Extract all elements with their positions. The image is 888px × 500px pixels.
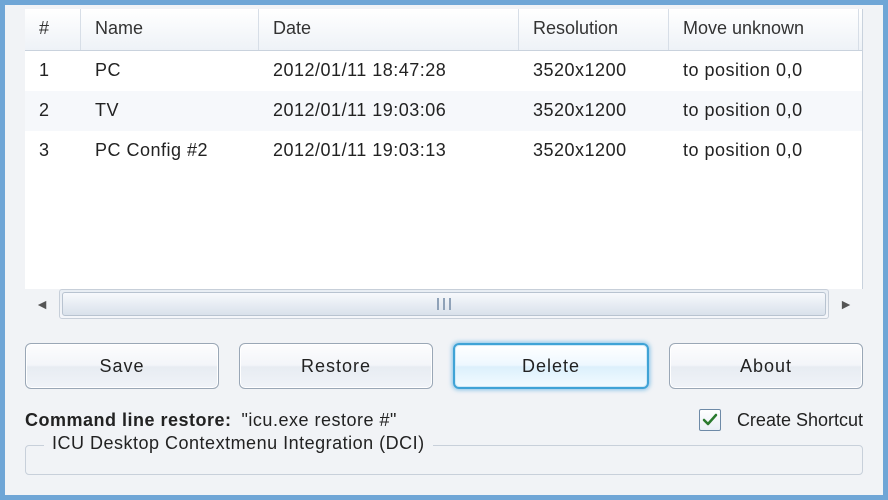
column-header-name[interactable]: Name bbox=[81, 9, 259, 50]
column-header-resolution[interactable]: Resolution bbox=[519, 9, 669, 50]
listview-body: 1 PC 2012/01/11 18:47:28 3520x1200 to po… bbox=[25, 51, 862, 289]
cell-resolution: 3520x1200 bbox=[519, 51, 669, 91]
cell-resolution: 3520x1200 bbox=[519, 91, 669, 131]
cell-index: 1 bbox=[25, 51, 81, 91]
column-header-move[interactable]: Move unknown bbox=[669, 9, 859, 50]
delete-button[interactable]: Delete bbox=[453, 343, 649, 389]
cell-index: 2 bbox=[25, 91, 81, 131]
cell-name: PC Config #2 bbox=[81, 131, 259, 171]
command-line-value: "icu.exe restore #" bbox=[242, 410, 397, 431]
restore-button[interactable]: Restore bbox=[239, 343, 433, 389]
configs-listview[interactable]: # Name Date Resolution Move unknown 1 PC… bbox=[25, 9, 863, 289]
scrollbar-grip-icon bbox=[430, 298, 458, 310]
listview-header: # Name Date Resolution Move unknown bbox=[25, 9, 862, 51]
create-shortcut-checkbox[interactable] bbox=[699, 409, 721, 431]
about-button[interactable]: About bbox=[669, 343, 863, 389]
cell-date: 2012/01/11 18:47:28 bbox=[259, 51, 519, 91]
button-row: Save Restore Delete About bbox=[25, 343, 863, 389]
cell-resolution: 3520x1200 bbox=[519, 131, 669, 171]
table-row[interactable]: 1 PC 2012/01/11 18:47:28 3520x1200 to po… bbox=[25, 51, 862, 91]
cell-name: PC bbox=[81, 51, 259, 91]
checkmark-icon bbox=[702, 412, 718, 428]
horizontal-scrollbar[interactable]: ◄ ► bbox=[25, 289, 863, 319]
column-header-index[interactable]: # bbox=[25, 9, 81, 50]
cell-move: to position 0,0 bbox=[669, 91, 859, 131]
scroll-left-arrow-icon[interactable]: ◄ bbox=[25, 289, 59, 319]
column-header-date[interactable]: Date bbox=[259, 9, 519, 50]
cell-index: 3 bbox=[25, 131, 81, 171]
cell-date: 2012/01/11 19:03:13 bbox=[259, 131, 519, 171]
window-client-area: # Name Date Resolution Move unknown 1 PC… bbox=[0, 0, 888, 500]
scrollbar-track[interactable] bbox=[59, 289, 829, 319]
dci-groupbox-title: ICU Desktop Contextmenu Integration (DCI… bbox=[44, 433, 433, 454]
cell-name: TV bbox=[81, 91, 259, 131]
save-button[interactable]: Save bbox=[25, 343, 219, 389]
create-shortcut-label: Create Shortcut bbox=[737, 410, 863, 431]
cell-move: to position 0,0 bbox=[669, 51, 859, 91]
cell-move: to position 0,0 bbox=[669, 131, 859, 171]
scrollbar-thumb[interactable] bbox=[62, 292, 826, 316]
dci-groupbox: ICU Desktop Contextmenu Integration (DCI… bbox=[25, 445, 863, 475]
table-row[interactable]: 3 PC Config #2 2012/01/11 19:03:13 3520x… bbox=[25, 131, 862, 171]
cell-date: 2012/01/11 19:03:06 bbox=[259, 91, 519, 131]
command-line-row: Command line restore: "icu.exe restore #… bbox=[25, 409, 863, 431]
scroll-right-arrow-icon[interactable]: ► bbox=[829, 289, 863, 319]
table-row[interactable]: 2 TV 2012/01/11 19:03:06 3520x1200 to po… bbox=[25, 91, 862, 131]
command-line-label: Command line restore: bbox=[25, 410, 232, 431]
